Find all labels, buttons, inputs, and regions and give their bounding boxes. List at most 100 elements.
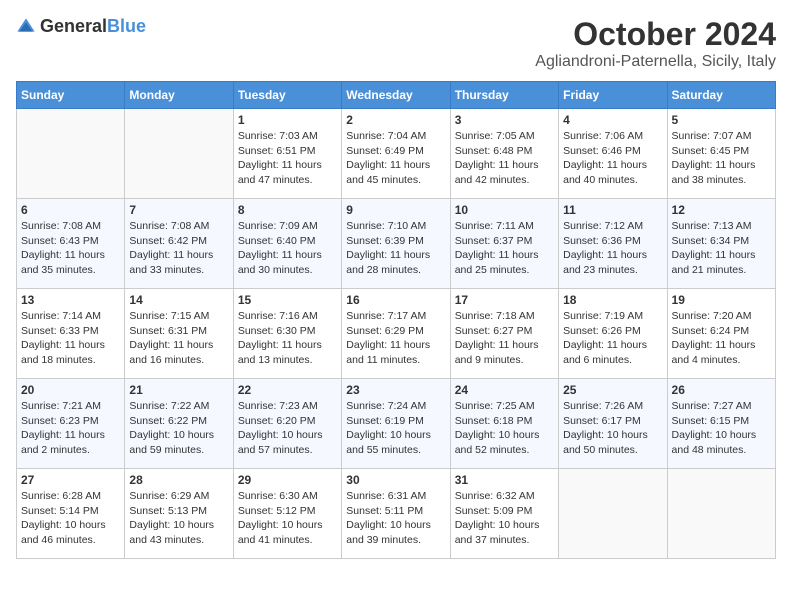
day-info: Sunrise: 6:29 AM Sunset: 5:13 PM Dayligh…: [129, 489, 228, 548]
calendar-cell: 12 Sunrise: 7:13 AM Sunset: 6:34 PM Dayli…: [667, 199, 775, 289]
logo-blue: Blue: [107, 16, 146, 36]
calendar-cell: 25 Sunrise: 7:26 AM Sunset: 6:17 PM Dayli…: [559, 379, 667, 469]
calendar-day-header: Friday: [559, 82, 667, 109]
calendar-cell: 6Sunrise: 7:08 AM Sunset: 6:43 PM Daylig…: [17, 199, 125, 289]
calendar-cell: 7 Sunrise: 7:08 AM Sunset: 6:42 PM Daylig…: [125, 199, 233, 289]
day-info: Sunrise: 7:07 AM Sunset: 6:45 PM Dayligh…: [672, 129, 771, 188]
day-info: Sunrise: 7:11 AM Sunset: 6:37 PM Dayligh…: [455, 219, 554, 278]
day-info: Sunrise: 7:27 AM Sunset: 6:15 PM Dayligh…: [672, 399, 771, 458]
day-info: Sunrise: 6:28 AM Sunset: 5:14 PM Dayligh…: [21, 489, 120, 548]
logo: GeneralBlue: [16, 16, 146, 37]
day-info: Sunrise: 7:04 AM Sunset: 6:49 PM Dayligh…: [346, 129, 445, 188]
calendar-header-row: SundayMondayTuesdayWednesdayThursdayFrid…: [17, 82, 776, 109]
day-info: Sunrise: 7:20 AM Sunset: 6:24 PM Dayligh…: [672, 309, 771, 368]
calendar-week-row: 27 Sunrise: 6:28 AM Sunset: 5:14 PM Dayli…: [17, 469, 776, 559]
calendar-cell: 5 Sunrise: 7:07 AM Sunset: 6:45 PM Daylig…: [667, 109, 775, 199]
day-number: 29: [238, 473, 337, 487]
calendar-cell: 27 Sunrise: 6:28 AM Sunset: 5:14 PM Dayli…: [17, 469, 125, 559]
day-number: 25: [563, 383, 662, 397]
calendar-cell: 10 Sunrise: 7:11 AM Sunset: 6:37 PM Dayli…: [450, 199, 558, 289]
calendar-cell: 9 Sunrise: 7:10 AM Sunset: 6:39 PM Daylig…: [342, 199, 450, 289]
calendar-cell: 26 Sunrise: 7:27 AM Sunset: 6:15 PM Dayli…: [667, 379, 775, 469]
calendar-cell: 21Sunrise: 7:22 AM Sunset: 6:22 PM Dayli…: [125, 379, 233, 469]
day-info: Sunrise: 7:03 AM Sunset: 6:51 PM Dayligh…: [238, 129, 337, 188]
day-info: Sunrise: 7:18 AM Sunset: 6:27 PM Dayligh…: [455, 309, 554, 368]
day-info: Sunrise: 7:15 AM Sunset: 6:31 PM Dayligh…: [129, 309, 228, 368]
calendar-day-header: Tuesday: [233, 82, 341, 109]
day-number: 30: [346, 473, 445, 487]
day-number: 27: [21, 473, 120, 487]
day-number: 4: [563, 113, 662, 127]
day-info: Sunrise: 6:32 AM Sunset: 5:09 PM Dayligh…: [455, 489, 554, 548]
calendar-cell: 30 Sunrise: 6:31 AM Sunset: 5:11 PM Dayli…: [342, 469, 450, 559]
calendar-day-header: Saturday: [667, 82, 775, 109]
calendar-cell: 11Sunrise: 7:12 AM Sunset: 6:36 PM Dayli…: [559, 199, 667, 289]
day-info: Sunrise: 7:13 AM Sunset: 6:34 PM Dayligh…: [672, 219, 771, 278]
day-number: 20: [21, 383, 120, 397]
calendar-day-header: Thursday: [450, 82, 558, 109]
title-block: October 2024 Agliandroni-Paternella, Sic…: [535, 16, 776, 71]
day-number: 16: [346, 293, 445, 307]
day-info: Sunrise: 6:31 AM Sunset: 5:11 PM Dayligh…: [346, 489, 445, 548]
calendar-week-row: 13 Sunrise: 7:14 AM Sunset: 6:33 PM Dayli…: [17, 289, 776, 379]
calendar-cell: 31Sunrise: 6:32 AM Sunset: 5:09 PM Dayli…: [450, 469, 558, 559]
day-number: 9: [346, 203, 445, 217]
day-info: Sunrise: 7:16 AM Sunset: 6:30 PM Dayligh…: [238, 309, 337, 368]
day-info: Sunrise: 7:08 AM Sunset: 6:43 PM Dayligh…: [21, 219, 120, 278]
location-title: Agliandroni-Paternella, Sicily, Italy: [535, 53, 776, 71]
calendar-cell: 15 Sunrise: 7:16 AM Sunset: 6:30 PM Dayli…: [233, 289, 341, 379]
day-info: Sunrise: 7:08 AM Sunset: 6:42 PM Dayligh…: [129, 219, 228, 278]
day-number: 10: [455, 203, 554, 217]
calendar-cell: 1Sunrise: 7:03 AM Sunset: 6:51 PM Daylig…: [233, 109, 341, 199]
calendar-cell: 14 Sunrise: 7:15 AM Sunset: 6:31 PM Dayli…: [125, 289, 233, 379]
calendar-day-header: Monday: [125, 82, 233, 109]
day-info: Sunrise: 6:30 AM Sunset: 5:12 PM Dayligh…: [238, 489, 337, 548]
logo-general: General: [40, 16, 107, 36]
calendar-week-row: 20Sunrise: 7:21 AM Sunset: 6:23 PM Dayli…: [17, 379, 776, 469]
calendar-day-header: Wednesday: [342, 82, 450, 109]
calendar-cell: [17, 109, 125, 199]
calendar-cell: 18 Sunrise: 7:19 AM Sunset: 6:26 PM Dayli…: [559, 289, 667, 379]
day-info: Sunrise: 7:09 AM Sunset: 6:40 PM Dayligh…: [238, 219, 337, 278]
day-info: Sunrise: 7:10 AM Sunset: 6:39 PM Dayligh…: [346, 219, 445, 278]
day-info: Sunrise: 7:23 AM Sunset: 6:20 PM Dayligh…: [238, 399, 337, 458]
day-number: 11: [563, 203, 662, 217]
calendar-cell: 4Sunrise: 7:06 AM Sunset: 6:46 PM Daylig…: [559, 109, 667, 199]
calendar-cell: 8 Sunrise: 7:09 AM Sunset: 6:40 PM Daylig…: [233, 199, 341, 289]
day-number: 28: [129, 473, 228, 487]
calendar-cell: 20Sunrise: 7:21 AM Sunset: 6:23 PM Dayli…: [17, 379, 125, 469]
calendar-cell: [667, 469, 775, 559]
calendar-day-header: Sunday: [17, 82, 125, 109]
calendar-cell: 2Sunrise: 7:04 AM Sunset: 6:49 PM Daylig…: [342, 109, 450, 199]
day-number: 13: [21, 293, 120, 307]
calendar-cell: 16Sunrise: 7:17 AM Sunset: 6:29 PM Dayli…: [342, 289, 450, 379]
calendar-cell: [559, 469, 667, 559]
calendar-cell: 19Sunrise: 7:20 AM Sunset: 6:24 PM Dayli…: [667, 289, 775, 379]
calendar-cell: [125, 109, 233, 199]
day-info: Sunrise: 7:05 AM Sunset: 6:48 PM Dayligh…: [455, 129, 554, 188]
day-number: 12: [672, 203, 771, 217]
calendar-cell: 13 Sunrise: 7:14 AM Sunset: 6:33 PM Dayli…: [17, 289, 125, 379]
day-number: 23: [346, 383, 445, 397]
day-number: 17: [455, 293, 554, 307]
day-number: 18: [563, 293, 662, 307]
calendar-week-row: 1Sunrise: 7:03 AM Sunset: 6:51 PM Daylig…: [17, 109, 776, 199]
day-info: Sunrise: 7:14 AM Sunset: 6:33 PM Dayligh…: [21, 309, 120, 368]
day-number: 5: [672, 113, 771, 127]
day-info: Sunrise: 7:24 AM Sunset: 6:19 PM Dayligh…: [346, 399, 445, 458]
day-number: 7: [129, 203, 228, 217]
day-number: 22: [238, 383, 337, 397]
day-number: 3: [455, 113, 554, 127]
day-number: 21: [129, 383, 228, 397]
day-number: 26: [672, 383, 771, 397]
day-number: 24: [455, 383, 554, 397]
day-number: 15: [238, 293, 337, 307]
calendar-cell: 23 Sunrise: 7:24 AM Sunset: 6:19 PM Dayli…: [342, 379, 450, 469]
day-info: Sunrise: 7:19 AM Sunset: 6:26 PM Dayligh…: [563, 309, 662, 368]
calendar-week-row: 6Sunrise: 7:08 AM Sunset: 6:43 PM Daylig…: [17, 199, 776, 289]
page-header: GeneralBlue October 2024 Agliandroni-Pat…: [16, 16, 776, 71]
calendar-cell: 29 Sunrise: 6:30 AM Sunset: 5:12 PM Dayli…: [233, 469, 341, 559]
day-number: 8: [238, 203, 337, 217]
day-info: Sunrise: 7:26 AM Sunset: 6:17 PM Dayligh…: [563, 399, 662, 458]
day-number: 14: [129, 293, 228, 307]
